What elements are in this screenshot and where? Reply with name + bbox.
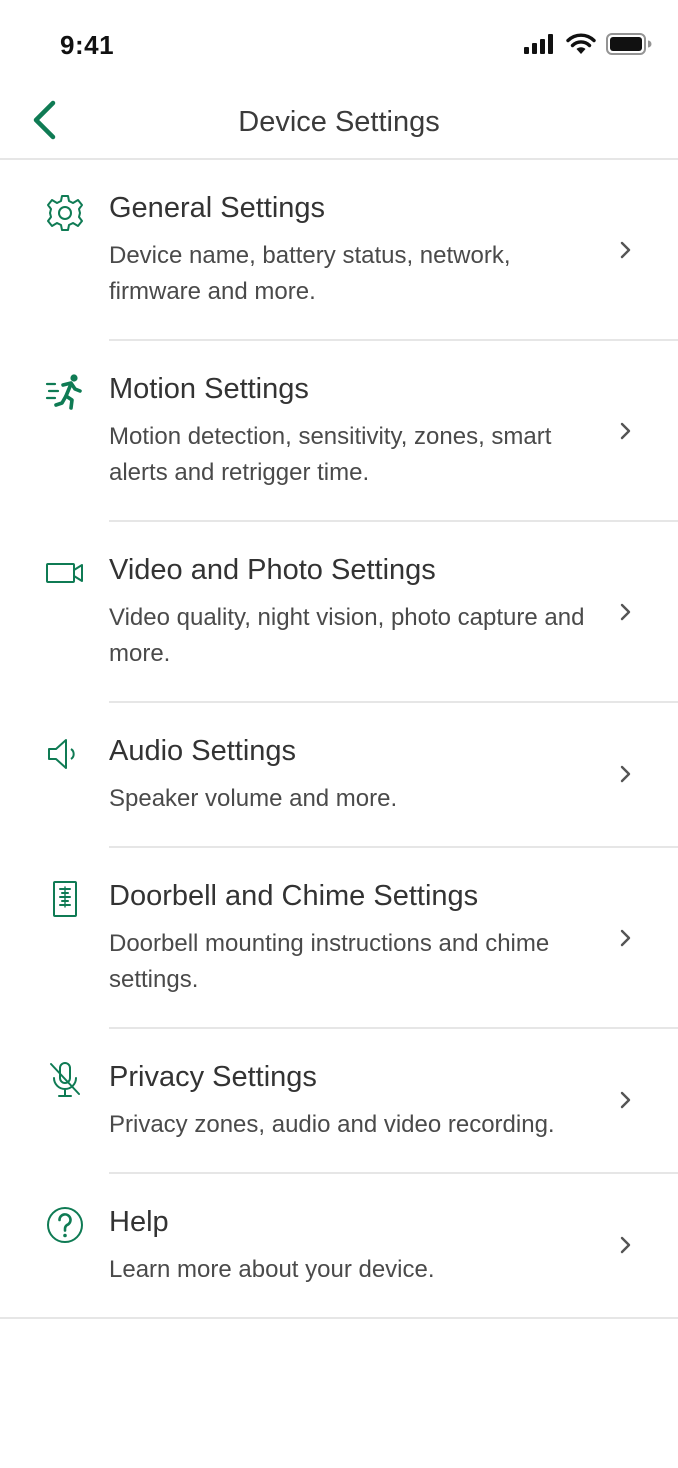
- row-description: Video quality, night vision, photo captu…: [109, 604, 585, 667]
- device-settings-screen: 9:41 Device Settings General Settings De…: [0, 0, 678, 1468]
- row-description: Device name, battery status, network, fi…: [109, 242, 511, 305]
- gear-icon: [44, 192, 86, 234]
- chevron-right-icon: [618, 763, 634, 785]
- video-camera-icon: [44, 552, 86, 594]
- help-row[interactable]: Help Learn more about your device.: [0, 1174, 678, 1319]
- row-title: Help: [109, 1206, 169, 1238]
- privacy-settings-row[interactable]: Privacy Settings Privacy zones, audio an…: [0, 1029, 678, 1174]
- status-time: 9:41: [60, 30, 115, 60]
- doorbell-icon: [44, 878, 86, 920]
- row-description: Learn more about your device.: [109, 1256, 435, 1283]
- row-description: Doorbell mounting instructions and chime…: [109, 930, 550, 993]
- audio-settings-row[interactable]: Audio Settings Speaker volume and more.: [0, 703, 678, 848]
- video-photo-settings-row[interactable]: Video and Photo Settings Video quality, …: [0, 522, 678, 703]
- row-title: Doorbell and Chime Settings: [109, 880, 479, 912]
- chevron-right-icon: [618, 601, 634, 623]
- row-text: Help Learn more about your device.: [109, 1204, 598, 1288]
- row-text: Video and Photo Settings Video quality, …: [109, 552, 598, 672]
- motion-settings-row[interactable]: Motion Settings Motion detection, sensit…: [0, 341, 678, 522]
- navigation-bar: Device Settings: [0, 90, 678, 160]
- battery-icon: [606, 33, 652, 55]
- row-text: General Settings Device name, battery st…: [109, 190, 598, 310]
- chevron-right-icon: [618, 420, 634, 442]
- row-title: Audio Settings: [109, 735, 297, 767]
- row-title: General Settings: [109, 192, 326, 224]
- row-divider: [0, 1317, 678, 1319]
- row-text: Doorbell and Chime Settings Doorbell mou…: [109, 878, 598, 998]
- status-bar: 9:41: [0, 0, 678, 90]
- speaker-icon: [44, 733, 86, 775]
- row-description: Privacy zones, audio and video recording…: [109, 1111, 555, 1138]
- page-title: Device Settings: [238, 106, 440, 138]
- doorbell-chime-settings-row[interactable]: Doorbell and Chime Settings Doorbell mou…: [0, 848, 678, 1029]
- cellular-signal-icon: [524, 34, 556, 54]
- help-circle-icon: [44, 1204, 86, 1246]
- row-text: Privacy Settings Privacy zones, audio an…: [109, 1059, 598, 1143]
- wifi-icon: [566, 33, 596, 55]
- microphone-off-icon: [44, 1059, 86, 1101]
- status-icons: [524, 30, 652, 58]
- chevron-right-icon: [618, 1234, 634, 1256]
- row-title: Motion Settings: [109, 373, 309, 405]
- chevron-right-icon: [618, 1089, 634, 1111]
- running-person-icon: [44, 371, 86, 413]
- general-settings-row[interactable]: General Settings Device name, battery st…: [0, 160, 678, 341]
- chevron-right-icon: [618, 239, 634, 261]
- row-title: Video and Photo Settings: [109, 554, 436, 586]
- row-description: Motion detection, sensitivity, zones, sm…: [109, 423, 552, 486]
- row-description: Speaker volume and more.: [109, 785, 398, 812]
- settings-list: General Settings Device name, battery st…: [0, 160, 678, 1319]
- chevron-right-icon: [618, 927, 634, 949]
- row-text: Motion Settings Motion detection, sensit…: [109, 371, 598, 491]
- row-title: Privacy Settings: [109, 1061, 317, 1093]
- row-text: Audio Settings Speaker volume and more.: [109, 733, 598, 817]
